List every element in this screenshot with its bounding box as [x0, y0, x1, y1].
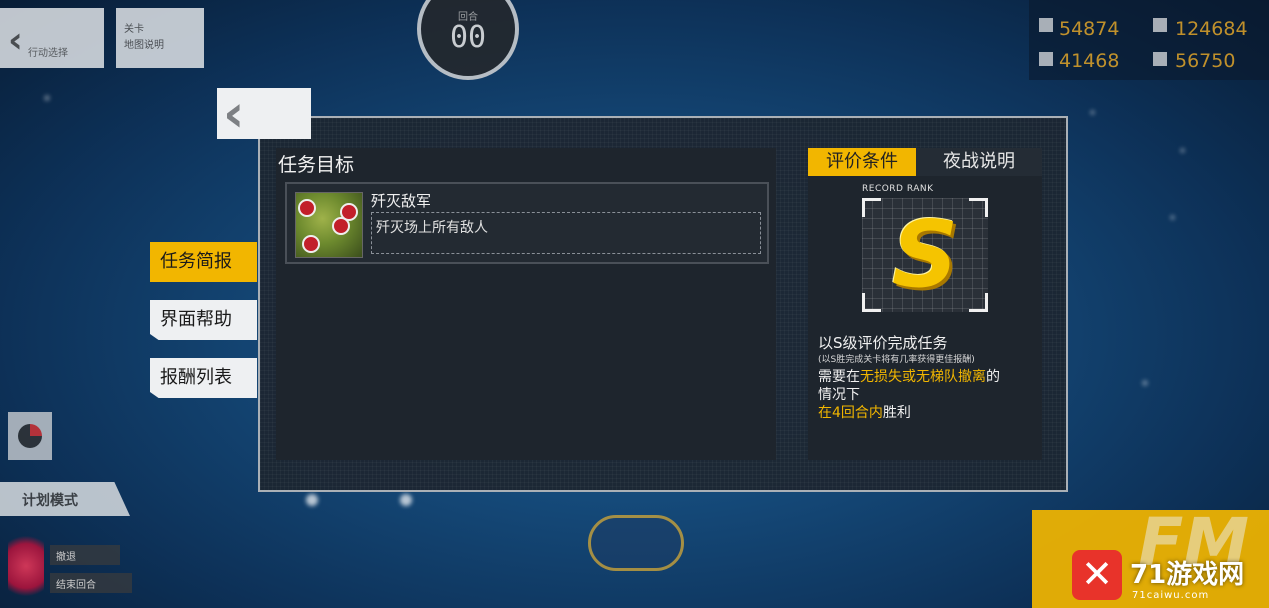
- map-node: [1142, 380, 1148, 386]
- plan-mode-button[interactable]: 计划模式: [0, 482, 130, 516]
- record-rank-label: RECORD RANK: [862, 184, 934, 194]
- chevron-left-icon: ‹: [223, 84, 245, 144]
- objective-card: 歼灭敌军 歼灭场上所有敌人: [285, 182, 769, 264]
- turn-counter: 回合 00: [417, 0, 519, 80]
- objective-description: 歼灭场上所有敌人: [376, 220, 488, 236]
- manpower-value: 54874: [1059, 18, 1120, 40]
- map-info-label-2: 地图说明: [124, 40, 164, 51]
- rank-panel: 评价条件 夜战说明 RECORD RANK S 以S级评价完成任务 (以S胜完成…: [808, 148, 1042, 460]
- ammo-value: 124684: [1175, 18, 1248, 40]
- condition-highlight: 在4回合内: [818, 405, 883, 421]
- condition-text: 需要在: [818, 369, 860, 385]
- chevron-left-icon: ‹: [8, 20, 23, 61]
- parts-icon: [1153, 52, 1167, 66]
- dialog-back-button[interactable]: ‹: [217, 84, 311, 144]
- watermark-title: 71游戏网: [1130, 560, 1245, 590]
- back-label: 行动选择: [28, 48, 68, 59]
- resource-panel: 54874 124684 41468 56750: [1029, 0, 1269, 80]
- map-thumbnail: [295, 192, 363, 258]
- plan-mode-label: 计划模式: [22, 493, 78, 509]
- rations-icon: [1039, 52, 1053, 66]
- condition-highlight: 无损失或无梯队撤离: [860, 369, 986, 385]
- ammo-icon: [1153, 18, 1167, 32]
- map-node: [400, 494, 412, 506]
- condition-text: 胜利: [882, 405, 911, 421]
- watermark: ✕ 71游戏网 71caiwu.com: [1072, 548, 1262, 606]
- map-node: [306, 494, 318, 506]
- retreat-label: 撤退: [56, 552, 76, 563]
- end-turn-small-button[interactable]: 结束回合: [50, 573, 132, 593]
- objective-name: 歼灭敌军: [371, 192, 432, 210]
- rank-display: S: [862, 198, 988, 312]
- objective-description-box: 歼灭场上所有敌人: [371, 212, 761, 254]
- side-tab-rewards[interactable]: 报酬列表: [150, 358, 257, 398]
- support-icon-button[interactable]: [8, 412, 52, 460]
- back-button[interactable]: ‹ 行动选择: [0, 8, 104, 68]
- manpower-icon: [1039, 18, 1053, 32]
- watermark-url: 71caiwu.com: [1132, 590, 1210, 601]
- side-tab-briefing[interactable]: 任务简报: [150, 242, 257, 282]
- map-node: [1170, 215, 1175, 220]
- tab-rank-conditions[interactable]: 评价条件: [808, 148, 916, 176]
- command-post-icon[interactable]: [588, 515, 684, 571]
- map-node: [1180, 148, 1185, 153]
- condition-text: 的: [986, 369, 1000, 385]
- objective-title: 任务目标: [278, 154, 355, 176]
- condition-line-3: 在4回合内胜利: [818, 402, 911, 422]
- condition-line-1: 需要在无损失或无梯队撤离的: [818, 366, 1000, 386]
- rank-letter: S: [891, 201, 959, 308]
- retreat-button[interactable]: 撤退: [50, 545, 120, 565]
- mission-briefing-dialog: 任务目标 歼灭敌军 歼灭场上所有敌人 评价条件 夜战说明 RECORD RANK…: [258, 116, 1068, 492]
- map-info-button[interactable]: 关卡 地图说明: [116, 8, 204, 68]
- side-tab-help[interactable]: 界面帮助: [150, 300, 257, 340]
- watermark-logo-icon: ✕: [1072, 550, 1122, 600]
- fairy-flame-icon[interactable]: [8, 530, 44, 602]
- rations-value: 41468: [1059, 50, 1120, 72]
- condition-line-2: 情况下: [818, 387, 860, 403]
- turn-value: 00: [449, 20, 487, 55]
- condition-main: 以S级评价完成任务: [818, 334, 948, 352]
- map-info-label-1: 关卡: [124, 24, 144, 35]
- end-turn-small-label: 结束回合: [56, 580, 96, 591]
- map-node: [1090, 110, 1095, 115]
- pie-timer-icon: [18, 424, 42, 448]
- tab-night-battle-info[interactable]: 夜战说明: [916, 148, 1042, 176]
- enemy-marker-icon: [302, 235, 320, 253]
- objective-panel: 任务目标 歼灭敌军 歼灭场上所有敌人: [276, 148, 776, 460]
- condition-note: (以S胜完成关卡将有几率获得更佳报酬): [818, 355, 975, 365]
- map-node: [44, 95, 50, 101]
- enemy-marker-icon: [298, 199, 316, 217]
- parts-value: 56750: [1175, 50, 1236, 72]
- enemy-marker-icon: [332, 217, 350, 235]
